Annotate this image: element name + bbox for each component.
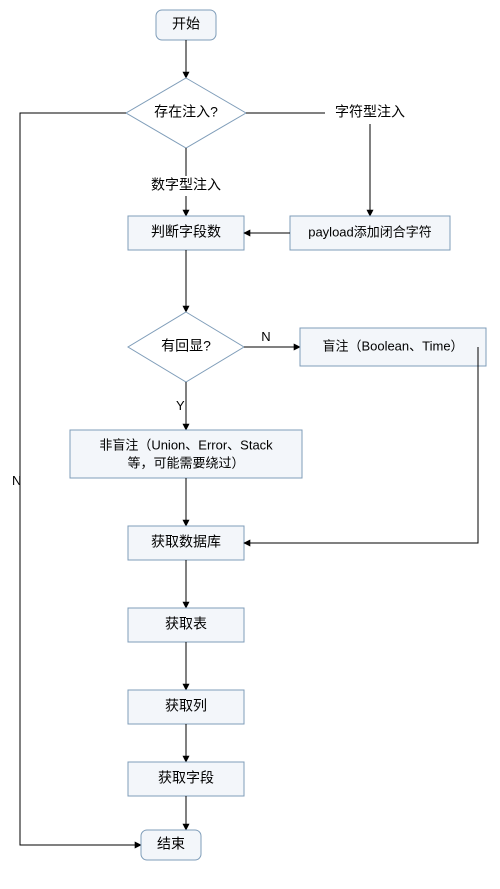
node-fields-label: 判断字段数 — [151, 224, 221, 240]
edge-dinject-no — [20, 113, 141, 845]
flowchart: 开始 存在注入? 字符型注入 N 数字型注入 判断字段数 payload添加闭合… — [0, 0, 500, 889]
lbl-num: 数字型注入 — [151, 177, 221, 193]
node-field-label: 获取字段 — [158, 770, 214, 786]
node-end-label: 结束 — [157, 836, 185, 852]
node-col-label: 获取列 — [165, 698, 207, 714]
edge-decho-blind-label: N — [261, 329, 270, 344]
node-start-label: 开始 — [172, 16, 200, 32]
node-payload-label: payload添加闭合字符 — [308, 224, 432, 239]
node-nonblind-line1: 非盲注（Union、Error、Stack — [99, 437, 273, 452]
node-d-inject-label: 存在注入? — [154, 104, 218, 120]
edge-decho-y-label: Y — [176, 398, 185, 413]
node-nonblind-line2: 等，可能需要绕过） — [127, 455, 244, 470]
node-db-label: 获取数据库 — [151, 534, 221, 550]
node-d-echo-label: 有回显? — [161, 338, 211, 354]
node-blind-label: 盲注（Boolean、Time） — [322, 338, 463, 353]
edge-dinject-no-label: N — [12, 473, 21, 488]
lbl-string: 字符型注入 — [335, 104, 405, 120]
node-table-label: 获取表 — [165, 616, 207, 632]
